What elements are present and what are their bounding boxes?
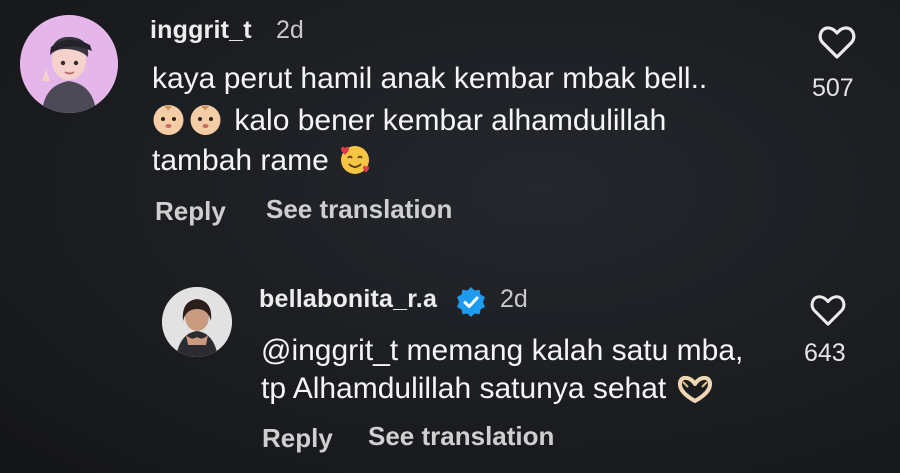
heart-hands-icon: [675, 374, 715, 412]
like-count: 643: [804, 339, 846, 367]
smiling-face-with-hearts-icon: [337, 143, 373, 184]
comment-text-line-2: tp Alhamdulillah satunya sehat: [261, 372, 715, 412]
avatar-photo: [162, 287, 232, 357]
see-translation-button[interactable]: See translation: [266, 194, 452, 225]
baby-face-icon: [189, 103, 222, 144]
comment-text-line-1: kaya perut hamil anak kembar mbak bell..: [152, 62, 707, 96]
comment-text-line-2: kalo bener kembar alhamdulillah: [152, 103, 666, 144]
comment-text: kaya perut hamil anak kembar mbak bell..: [152, 62, 708, 95]
verified-badge-icon: [455, 286, 487, 323]
comment-text: kalo bener kembar alhamdulillah: [234, 104, 667, 137]
like-heart-icon[interactable]: [810, 293, 846, 332]
comment-text: tambah rame: [152, 144, 329, 177]
comment-username[interactable]: inggrit_t: [150, 16, 252, 45]
avatar[interactable]: [162, 287, 232, 357]
baby-face-icon: [152, 103, 185, 144]
comment-timestamp: 2d: [500, 285, 528, 313]
avatar[interactable]: [20, 15, 118, 113]
comment-text-line-1: @inggrit_t memang kalah satu mba,: [261, 334, 743, 368]
comment-text-line-3: tambah rame: [152, 143, 373, 184]
reply-button[interactable]: Reply: [155, 196, 226, 227]
like-heart-icon[interactable]: [818, 24, 856, 65]
avatar-illustration: [20, 15, 118, 113]
comment-text: @inggrit_t memang kalah satu mba,: [261, 334, 744, 367]
see-translation-button[interactable]: See translation: [368, 421, 554, 452]
comment-timestamp: 2d: [276, 16, 304, 44]
reply-button[interactable]: Reply: [262, 423, 333, 454]
comment-username[interactable]: bellabonita_r.a: [259, 285, 437, 314]
like-count: 507: [812, 74, 854, 102]
comment-text: tp Alhamdulillah satunya sehat: [261, 372, 667, 405]
